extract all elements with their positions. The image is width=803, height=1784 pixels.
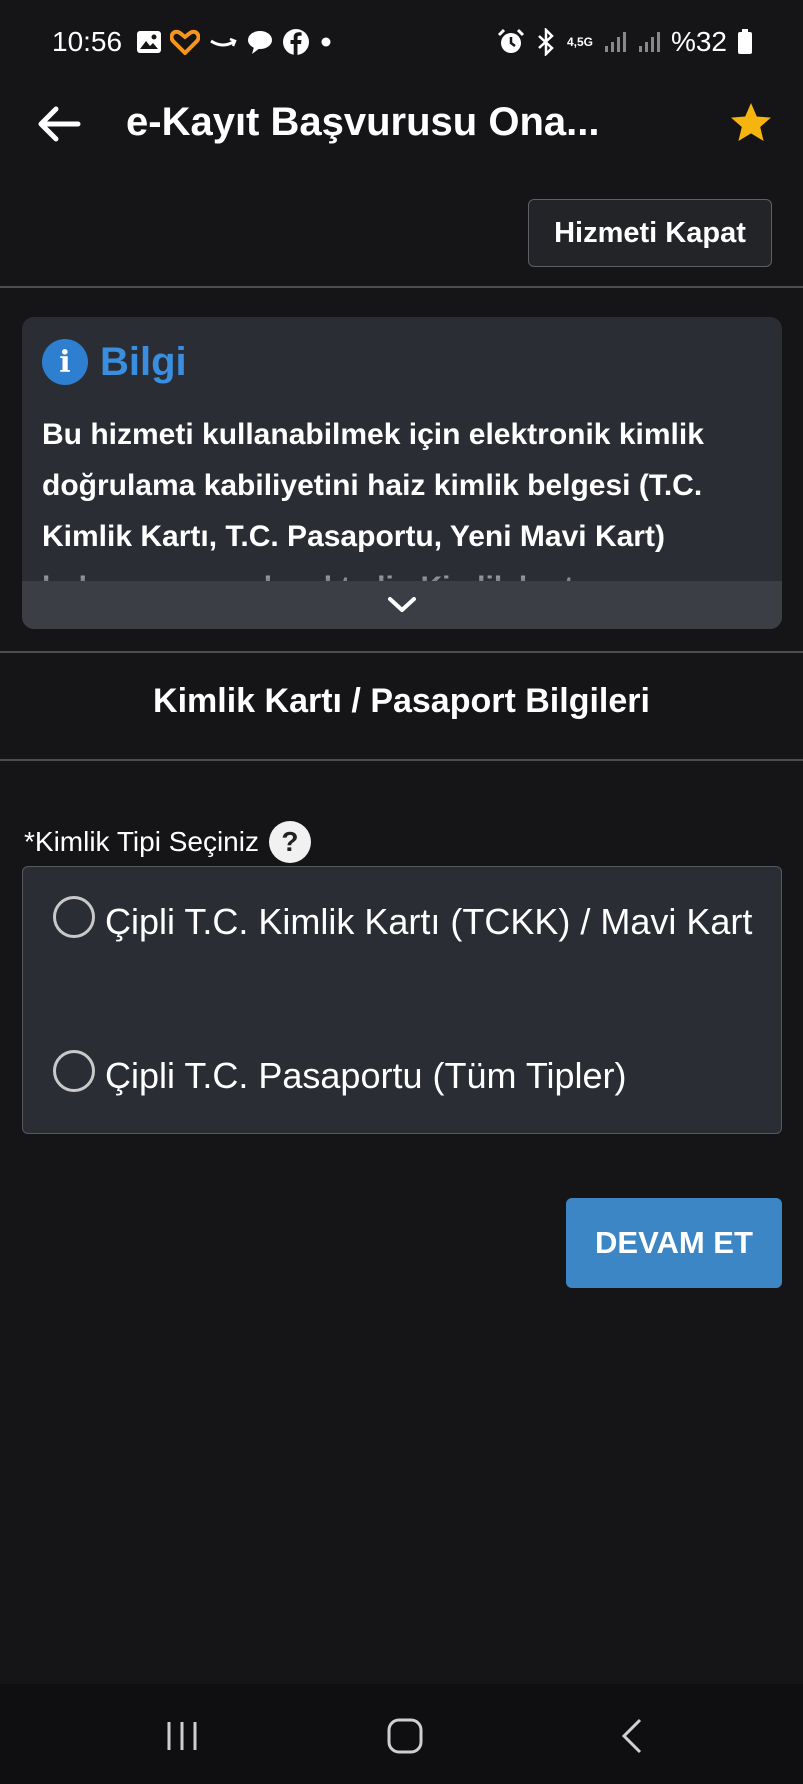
recents-button[interactable]	[160, 1716, 204, 1756]
info-title: Bilgi	[100, 339, 187, 384]
continue-button[interactable]: DEVAM ET	[566, 1198, 782, 1288]
star-icon	[731, 103, 771, 141]
battery-icon	[738, 29, 752, 54]
system-icons: 4,5G %32	[497, 26, 753, 58]
help-icon[interactable]: ?	[268, 821, 311, 863]
id-type-radio-group: Çipli T.C. Kimlik Kartı (TCKK) / Mavi Ka…	[22, 866, 782, 1134]
info-icon: i	[42, 339, 88, 385]
close-service-button[interactable]: Hizmeti Kapat	[528, 199, 772, 267]
id-type-label-row: *Kimlik Tipi Seçiniz ?	[24, 821, 311, 863]
arrow-left-icon	[38, 106, 81, 142]
signal-icon	[638, 32, 660, 52]
home-button[interactable]	[384, 1716, 428, 1756]
radio-option-label: Çipli T.C. Kimlik Kartı (TCKK) / Mavi Ka…	[105, 901, 753, 942]
signal-icon	[604, 32, 626, 52]
info-card: i Bilgi Bu hizmeti kullanabilmek için el…	[22, 317, 782, 629]
facebook-icon	[283, 29, 309, 55]
radio-button[interactable]	[53, 896, 95, 938]
info-header: i Bilgi	[42, 339, 187, 385]
back-icon	[621, 1718, 642, 1754]
status-bar: 10:56 4,5G %32	[0, 0, 803, 88]
alarm-icon	[497, 28, 524, 53]
dot-icon	[321, 37, 331, 47]
gallery-icon	[137, 31, 161, 53]
divider	[0, 759, 803, 761]
radio-option-tckk[interactable]: Çipli T.C. Kimlik Kartı (TCKK) / Mavi Ka…	[53, 891, 753, 953]
expand-info-button[interactable]	[22, 581, 782, 629]
id-type-label: *Kimlik Tipi Seçiniz	[24, 826, 259, 857]
bluetooth-icon	[538, 28, 554, 56]
status-time: 10:56	[52, 26, 123, 57]
home-icon	[387, 1718, 423, 1754]
divider	[0, 651, 803, 653]
chat-bubble-icon	[248, 31, 272, 54]
battery-percent: %32	[670, 26, 727, 57]
notification-icons	[136, 28, 334, 56]
section-title: Kimlik Kartı / Pasaport Bilgileri	[153, 682, 650, 720]
nav-back-button[interactable]	[612, 1716, 656, 1756]
page-title: e-Kayıt Başvurusu Ona...	[126, 100, 600, 144]
screen: 10:56 4,5G %32 e-Kayıt Başvurusu Ona... …	[0, 0, 803, 1784]
chevron-down-icon	[388, 597, 416, 612]
favorite-button[interactable]	[728, 100, 774, 146]
heart-app-icon	[170, 29, 200, 55]
network-type: 4,5G	[566, 35, 593, 49]
radio-option-label: Çipli T.C. Pasaportu (Tüm Tipler)	[105, 1055, 627, 1096]
radio-button[interactable]	[53, 1050, 95, 1092]
divider	[0, 286, 803, 288]
recents-icon	[167, 1722, 197, 1750]
back-button[interactable]	[32, 98, 84, 150]
radio-option-passport[interactable]: Çipli T.C. Pasaportu (Tüm Tipler)	[53, 1045, 753, 1107]
amazon-icon	[210, 37, 237, 47]
